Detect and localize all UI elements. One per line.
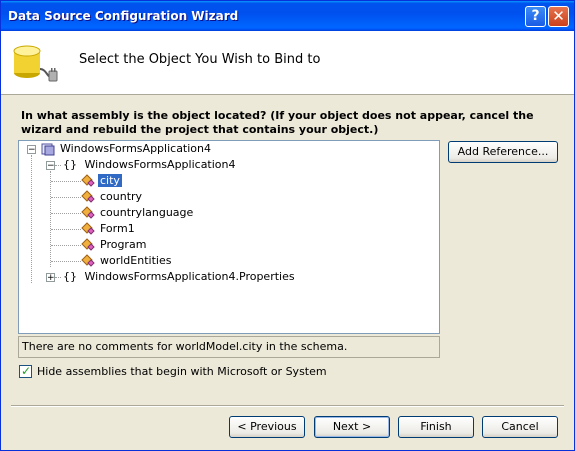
assembly-prompt: In what assembly is the object located? … — [21, 109, 534, 136]
tree-line — [51, 229, 81, 230]
assembly-tree[interactable]: − WindowsFormsApplication4 − {} WindowsF… — [18, 140, 440, 334]
tree-line — [50, 171, 51, 267]
tree-node-class[interactable]: country — [81, 189, 144, 205]
tree-node-label: country — [100, 190, 143, 203]
help-icon: ? — [531, 8, 540, 24]
database-plug-icon — [13, 45, 58, 82]
class-icon — [81, 190, 95, 203]
tree-node-label: Form1 — [100, 222, 135, 235]
hide-assemblies-checkbox[interactable]: ✓ — [19, 364, 32, 378]
tree-node-class[interactable]: city — [81, 173, 122, 189]
comment-status: There are no comments for worldModel.cit… — [18, 336, 440, 358]
tree-node-label: WindowsFormsApplication4.Properties — [84, 270, 295, 283]
close-button[interactable]: ✕ — [548, 6, 569, 27]
tree-node-label: Program — [100, 238, 147, 251]
tree-node-label: city — [98, 174, 122, 187]
tree-line — [51, 213, 81, 214]
tree-collapse-toggle[interactable]: − — [46, 161, 55, 171]
tree-node-class[interactable]: countrylanguage — [81, 205, 195, 221]
class-icon — [81, 238, 95, 251]
add-reference-button[interactable]: Add Reference... — [448, 141, 558, 163]
close-icon: ✕ — [552, 7, 565, 25]
button-separator — [11, 405, 564, 407]
wizard-window: Data Source Configuration Wizard ? ✕ Sel… — [0, 0, 575, 451]
help-button[interactable]: ? — [525, 6, 546, 27]
namespace-icon: {} — [63, 270, 77, 283]
namespace-icon: {} — [63, 158, 77, 171]
tree-node-label: WindowsFormsApplication4 — [60, 142, 212, 155]
tree-expand-toggle[interactable]: + — [46, 273, 55, 283]
tree-line — [51, 181, 81, 182]
tree-line — [51, 261, 81, 262]
tree-node-namespace[interactable]: {} WindowsFormsApplication4.Properties — [61, 269, 297, 285]
window-title: Data Source Configuration Wizard — [8, 9, 239, 23]
tree-node-root[interactable]: WindowsFormsApplication4 — [41, 141, 213, 157]
previous-button[interactable]: < Previous — [229, 416, 305, 438]
tree-node-label: WindowsFormsApplication4 — [84, 158, 236, 171]
class-icon — [81, 206, 95, 219]
tree-line — [51, 245, 81, 246]
wizard-header: Select the Object You Wish to Bind to — [1, 31, 574, 95]
tree-node-label: countrylanguage — [100, 206, 194, 219]
page-title: Select the Object You Wish to Bind to — [79, 52, 321, 67]
cancel-button[interactable]: Cancel — [482, 416, 558, 438]
tree-node-label: worldEntities — [100, 254, 172, 267]
tree-node-namespace[interactable]: {} WindowsFormsApplication4 — [61, 157, 238, 173]
tree-node-class[interactable]: Form1 — [81, 221, 137, 237]
hide-assemblies-label[interactable]: Hide assemblies that begin with Microsof… — [37, 365, 327, 378]
assembly-icon — [41, 143, 55, 156]
tree-collapse-toggle[interactable]: − — [27, 145, 36, 155]
class-icon — [81, 174, 95, 187]
next-button[interactable]: Next > — [314, 416, 390, 438]
tree-node-class[interactable]: Program — [81, 237, 148, 253]
tree-node-class[interactable]: worldEntities — [81, 253, 173, 269]
title-bar[interactable]: Data Source Configuration Wizard ? ✕ — [1, 1, 574, 31]
tree-line — [51, 197, 81, 198]
class-icon — [81, 254, 95, 267]
finish-button[interactable]: Finish — [398, 416, 474, 438]
checkmark-icon: ✓ — [21, 364, 32, 378]
class-icon — [81, 222, 95, 235]
tree-line — [31, 155, 32, 283]
